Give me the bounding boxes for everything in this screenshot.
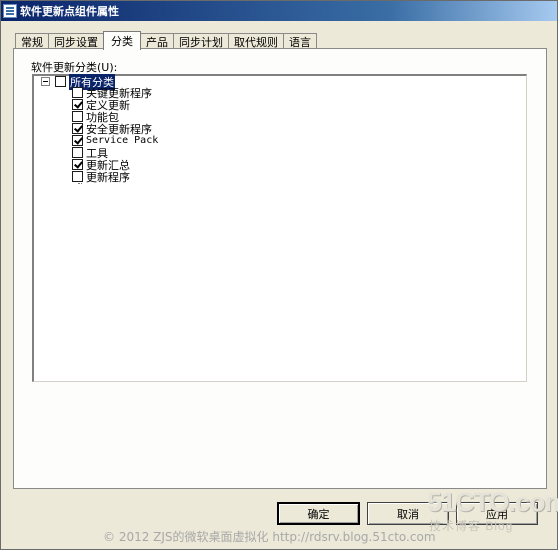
- tab-general[interactable]: 常规: [15, 33, 49, 49]
- tab-sync-schedule[interactable]: 同步计划: [173, 33, 229, 49]
- window-title: 软件更新点组件属性: [20, 5, 119, 18]
- checkbox-service-packs[interactable]: [72, 135, 83, 146]
- window-icon: [3, 4, 17, 18]
- checkbox-updates[interactable]: [72, 171, 83, 182]
- checkbox-update-rollups[interactable]: [72, 159, 83, 170]
- tab-sync-settings[interactable]: 同步设置: [48, 33, 104, 49]
- tab-strip: 常规 同步设置 分类 产品 同步计划 取代规则 语言: [15, 31, 317, 50]
- ok-button[interactable]: 确定: [277, 502, 360, 525]
- checkbox-feature-packs[interactable]: [72, 111, 83, 122]
- checkbox-definition-updates[interactable]: [72, 99, 83, 110]
- tree-connector: [78, 183, 82, 184]
- site-logo: 51CTO.com: [427, 487, 558, 517]
- properties-window: 软件更新点组件属性 常规 同步设置 分类 产品 同步计划 取代规则 语言 软件更…: [0, 0, 558, 550]
- checkbox-tools[interactable]: [72, 147, 83, 158]
- checkbox-all-classifications[interactable]: [55, 76, 66, 87]
- collapse-icon[interactable]: [41, 77, 50, 86]
- tree-item-updates[interactable]: 更新程序: [72, 170, 130, 184]
- tab-languages[interactable]: 语言: [283, 33, 317, 49]
- site-logo-subtitle: 技术博客 Blog: [429, 519, 514, 533]
- checkbox-security-updates[interactable]: [72, 123, 83, 134]
- tree-item-label: 更新程序: [86, 170, 130, 184]
- tab-products[interactable]: 产品: [140, 33, 174, 49]
- tab-panel: 软件更新分类(U): 所有分类 关键更新程序 定义更新 功能包 安全更新程序 S…: [13, 48, 547, 489]
- copyright-watermark: © 2012 ZJS的微软桌面虚拟化 http://rdsrv.blog.51c…: [103, 530, 436, 544]
- tab-classifications[interactable]: 分类: [103, 31, 141, 50]
- title-bar[interactable]: 软件更新点组件属性: [1, 1, 557, 21]
- classifications-tree[interactable]: 所有分类 关键更新程序 定义更新 功能包 安全更新程序 Service Pack: [32, 73, 527, 382]
- checkbox-critical-updates[interactable]: [72, 87, 83, 98]
- tab-supersedence-rules[interactable]: 取代规则: [228, 33, 284, 49]
